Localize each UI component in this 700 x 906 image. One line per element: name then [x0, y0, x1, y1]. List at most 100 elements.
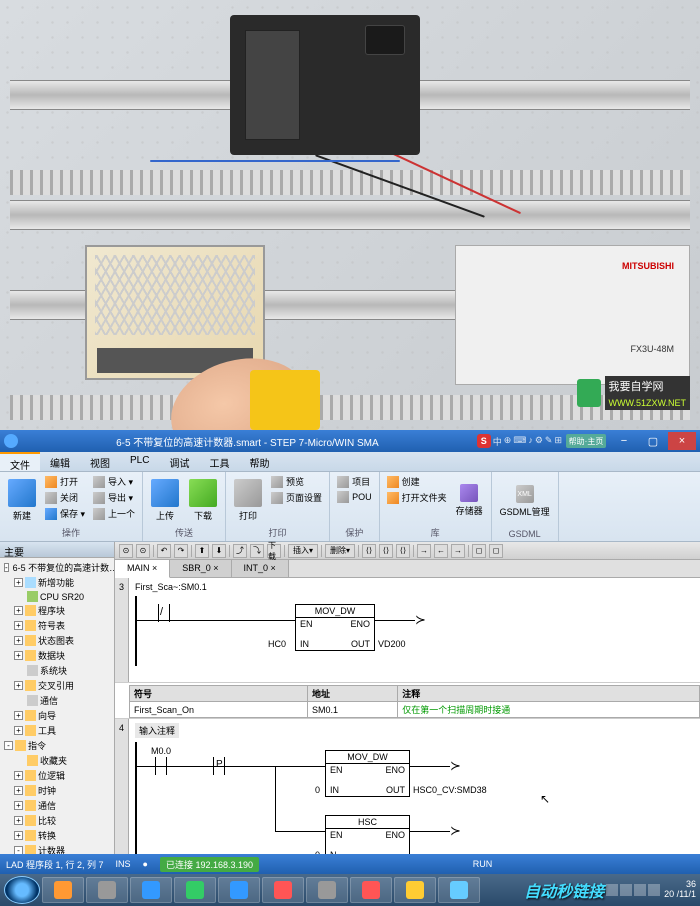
toolbar-button[interactable]: ↷ [174, 544, 188, 558]
ribbon-button[interactable]: 预览 [268, 474, 325, 489]
tree-item[interactable]: +符号表 [2, 618, 112, 633]
ribbon-button[interactable]: 存储器 [452, 474, 487, 526]
tree-item[interactable]: -指令 [2, 738, 112, 753]
toolbar-button[interactable]: → [451, 544, 465, 558]
toolbar-button[interactable]: ⤴ [233, 544, 247, 558]
tree-item[interactable]: +时钟 [2, 783, 112, 798]
tree-item[interactable]: +状态图表 [2, 633, 112, 648]
toolbar-button[interactable]: ⬆ [195, 544, 209, 558]
task-item[interactable] [42, 877, 84, 903]
expand-icon[interactable]: - [14, 846, 23, 854]
task-item[interactable] [350, 877, 392, 903]
toolbar-button[interactable]: ◻ [472, 544, 486, 558]
expand-icon[interactable]: + [14, 726, 23, 735]
expand-icon[interactable]: - [4, 563, 9, 572]
ribbon-button[interactable]: 上一个 [90, 506, 138, 521]
table-row[interactable]: First_Scan_On SM0.1 仅在第一个扫描周期时接通 [130, 702, 700, 718]
ime-icons[interactable]: 中⊕⌨♪⚙✎⊞ [493, 435, 562, 448]
ribbon-button[interactable]: 导出 ▾ [90, 490, 138, 505]
task-item[interactable] [130, 877, 172, 903]
help-button[interactable]: 帮助·主页 [566, 434, 606, 448]
task-item[interactable] [174, 877, 216, 903]
toolbar-button[interactable]: 插入▾ [288, 544, 318, 558]
expand-icon[interactable]: + [14, 606, 23, 615]
expand-icon[interactable]: + [14, 651, 23, 660]
minimize-button[interactable]: − [610, 432, 638, 450]
editor-tab[interactable]: INT_0 × [232, 560, 289, 577]
system-tray[interactable]: 36 20 /11/1 [606, 880, 696, 900]
tree-item[interactable]: 收藏夹 [2, 753, 112, 768]
editor-tab[interactable]: MAIN × [115, 560, 170, 578]
p-contact[interactable]: P [205, 757, 233, 775]
ribbon-button[interactable]: 上传 [147, 474, 183, 526]
expand-icon[interactable]: + [14, 816, 23, 825]
editor-tab[interactable]: SBR_0 × [170, 560, 231, 577]
toolbar-button[interactable]: 删除▾ [325, 544, 355, 558]
task-item[interactable] [262, 877, 304, 903]
sogou-icon[interactable]: S [477, 434, 491, 448]
toolbar-button[interactable]: ⤵ [250, 544, 264, 558]
tree-item[interactable]: +比较 [2, 813, 112, 828]
ribbon-button[interactable]: XMLGSDML管理 [496, 474, 554, 529]
tab-edit[interactable]: 编辑 [40, 452, 80, 471]
toolbar-button[interactable]: ⟨⟩ [379, 544, 393, 558]
tree-item[interactable]: +新增功能 [2, 575, 112, 590]
ribbon-button[interactable]: 打开文件夹 [384, 490, 450, 505]
tree-item[interactable]: +位逻辑 [2, 768, 112, 783]
toolbar-button[interactable]: ⬇ [212, 544, 226, 558]
expand-icon[interactable]: + [14, 621, 23, 630]
toolbar-button[interactable]: ← [434, 544, 448, 558]
tree-item[interactable]: +工具 [2, 723, 112, 738]
ribbon-button[interactable]: 关闭 [42, 490, 88, 505]
ribbon-button[interactable]: 页面设置 [268, 490, 325, 505]
toolbar-button[interactable]: ⊙ [119, 544, 133, 558]
tree-item[interactable]: -6-5 不带复位的高速计数… [2, 560, 112, 575]
tab-file[interactable]: 文件 [0, 452, 40, 471]
tree-item[interactable]: +交叉引用 [2, 678, 112, 693]
maximize-button[interactable]: ▢ [639, 432, 667, 450]
tree-item[interactable]: 系统块 [2, 663, 112, 678]
tab-plc[interactable]: PLC [120, 452, 159, 471]
mov-dw-block[interactable]: MOV_DW ENENO INOUT [325, 750, 410, 797]
ribbon-button[interactable]: 下载 [185, 474, 221, 526]
ribbon-button[interactable]: 导入 ▾ [90, 474, 138, 489]
task-item[interactable] [394, 877, 436, 903]
task-item[interactable] [438, 877, 480, 903]
toolbar-button[interactable]: 下载 [267, 544, 281, 558]
expand-icon[interactable]: + [14, 831, 23, 840]
ribbon-button[interactable]: 打开 [42, 474, 88, 489]
ime-bar[interactable]: S 中⊕⌨♪⚙✎⊞ [477, 434, 562, 448]
toolbar-button[interactable]: ⟨⟩ [362, 544, 376, 558]
close-button[interactable]: × [668, 432, 696, 450]
tree-item[interactable]: +程序块 [2, 603, 112, 618]
project-tree[interactable]: -6-5 不带复位的高速计数…+新增功能CPU SR20+程序块+符号表+状态图… [0, 558, 114, 854]
expand-icon[interactable]: + [14, 786, 23, 795]
ribbon-button[interactable]: POU [334, 490, 375, 504]
expand-icon[interactable]: + [14, 801, 23, 810]
tab-help[interactable]: 帮助 [239, 452, 279, 471]
tree-item[interactable]: CPU SR20 [2, 590, 112, 603]
expand-icon[interactable]: + [14, 681, 23, 690]
comment-field[interactable]: 输入注释 [135, 723, 179, 738]
ribbon-button[interactable]: 保存 ▾ [42, 506, 88, 521]
tree-item[interactable]: +向导 [2, 708, 112, 723]
toolbar-button[interactable]: ◻ [489, 544, 503, 558]
tree-item[interactable]: 通信 [2, 693, 112, 708]
tab-view[interactable]: 视图 [80, 452, 120, 471]
tree-item[interactable]: +数据块 [2, 648, 112, 663]
ribbon-button[interactable]: 项目 [334, 474, 375, 489]
start-button[interactable] [4, 876, 40, 904]
expand-icon[interactable]: + [14, 578, 23, 587]
tree-item[interactable]: +通信 [2, 798, 112, 813]
tree-item[interactable]: +转换 [2, 828, 112, 843]
clock[interactable]: 36 20 /11/1 [664, 880, 696, 900]
task-item[interactable] [86, 877, 128, 903]
task-item[interactable] [306, 877, 348, 903]
expand-icon[interactable]: - [4, 741, 13, 750]
ladder-canvas[interactable]: 3 First_Sca~:SM0.1 / MOV_DW ENENO [115, 578, 700, 854]
nc-contact[interactable]: / [150, 604, 178, 622]
toolbar-button[interactable]: ⟨⟩ [396, 544, 410, 558]
mov-dw-block[interactable]: MOV_DW ENENO INOUT [295, 604, 375, 651]
hsc-block[interactable]: HSC ENENO N [325, 815, 410, 854]
task-item[interactable] [218, 877, 260, 903]
